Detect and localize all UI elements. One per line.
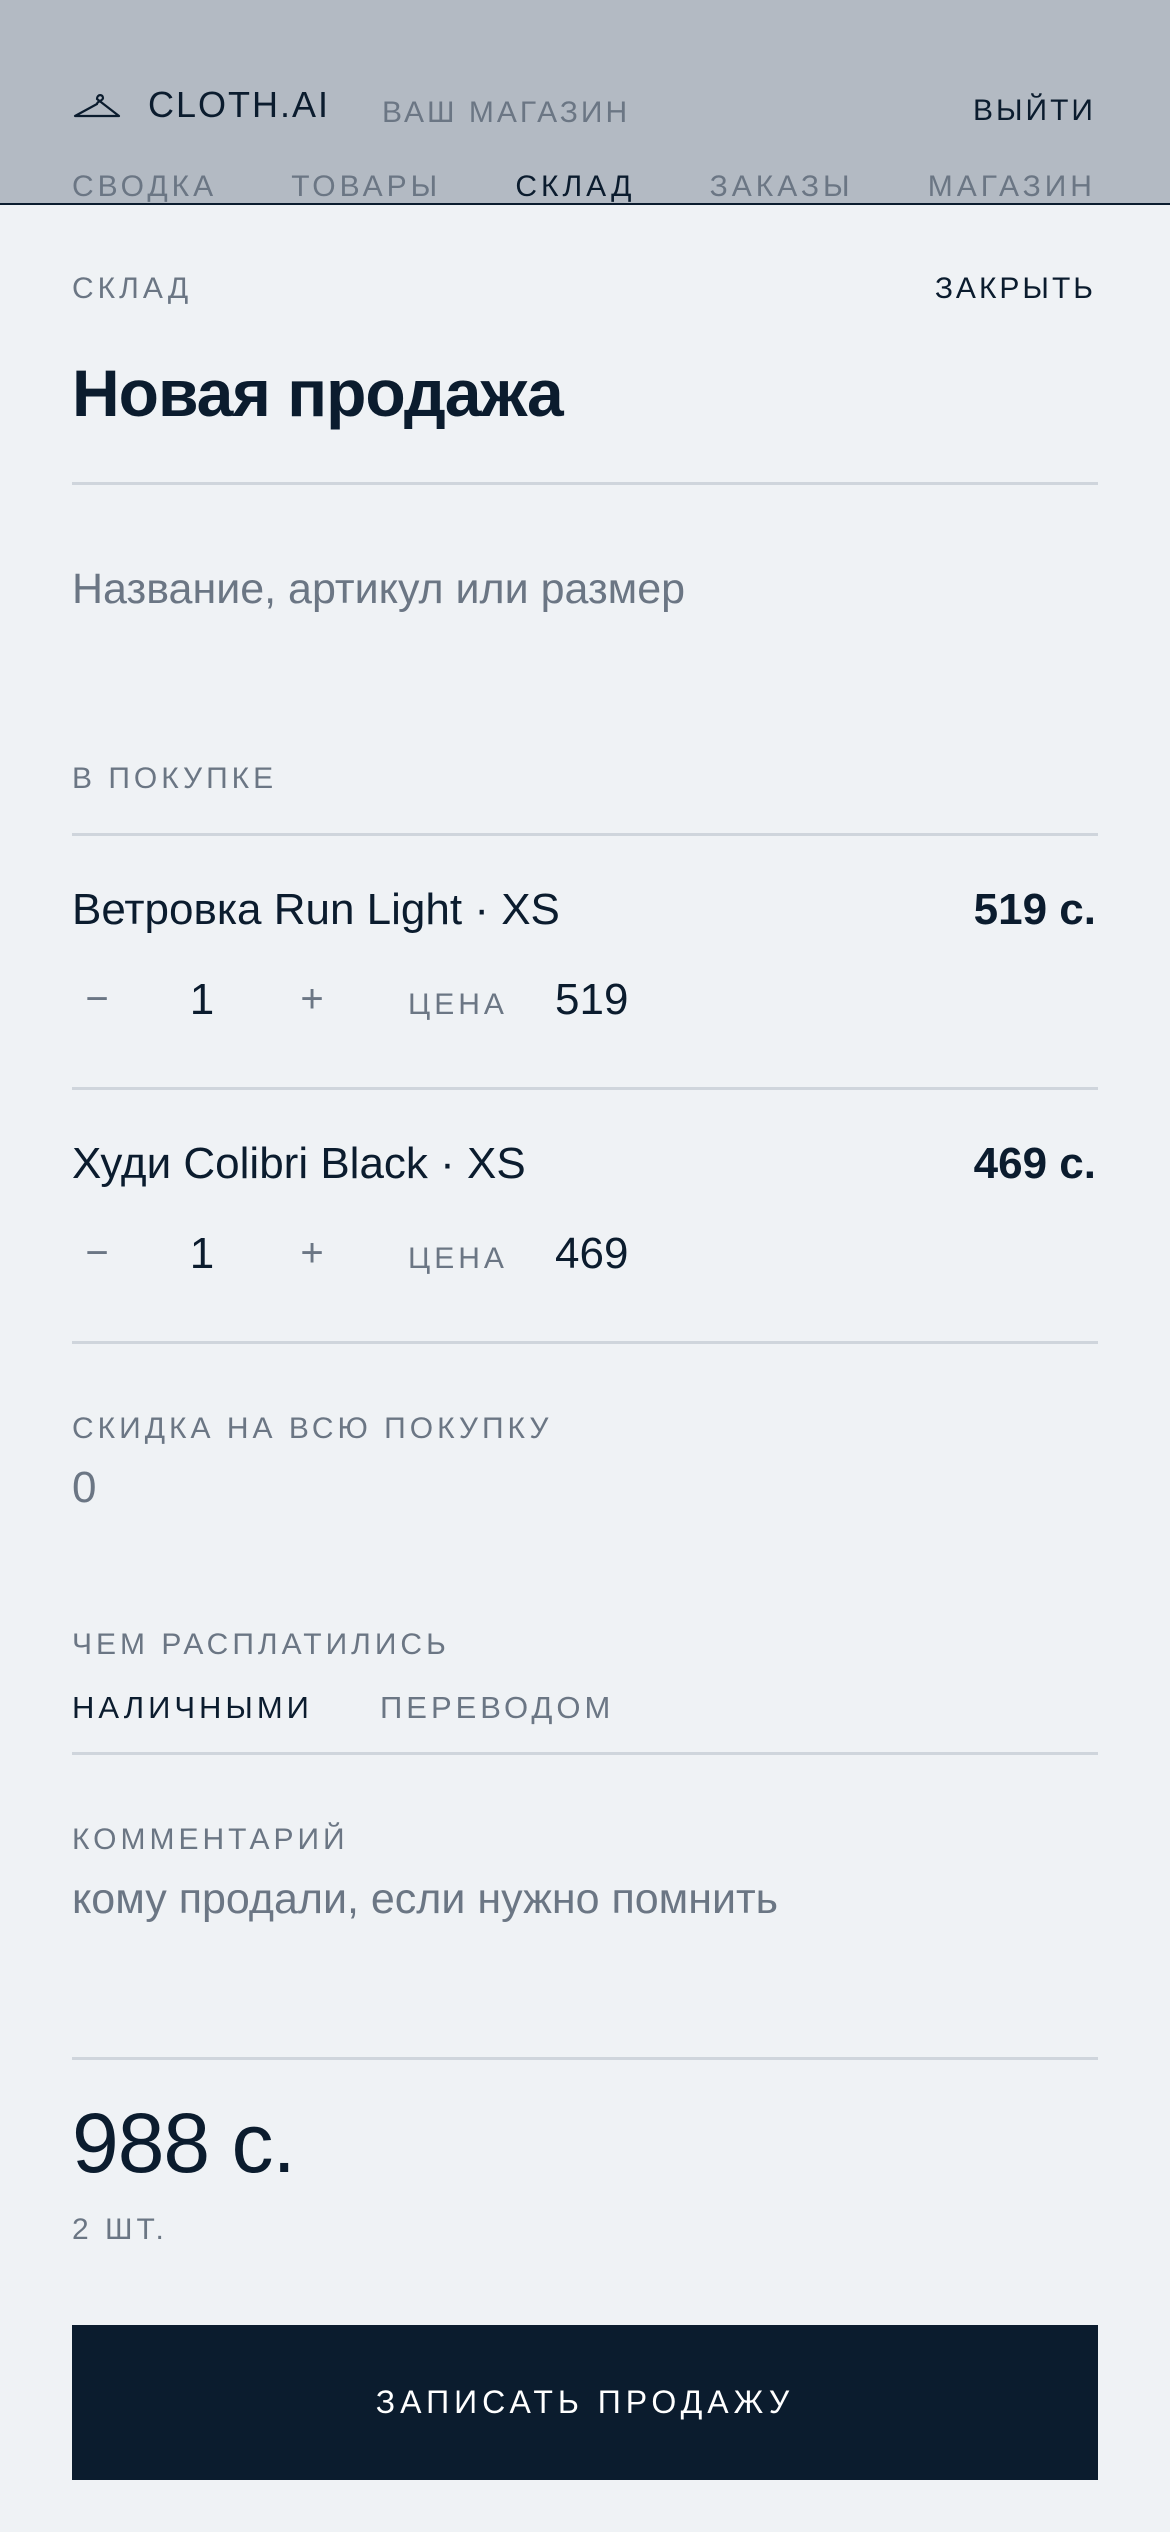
price-field[interactable]: 519 [555,975,628,1025]
sale-page: CLOTH.AI ВАШ МАГАЗИН ВЫЙТИ СВОДКА ТОВАРЫ… [0,0,1170,2532]
divider [72,1752,1098,1755]
price-label: ЦЕНА [408,988,508,1021]
increase-qty-button[interactable]: + [287,1231,337,1276]
divider [72,833,1098,836]
decrease-qty-button[interactable]: − [72,977,122,1022]
item-total: 469 с. [973,1139,1096,1188]
divider [72,1087,1098,1090]
cart-label: В ПОКУПКЕ [72,762,278,795]
item-total: 519 с. [973,885,1096,934]
close-button[interactable]: ЗАКРЫТЬ [935,272,1096,306]
brand-name: CLOTH.AI [148,84,331,125]
discount-field[interactable]: 0 [72,1463,96,1513]
main-nav: СВОДКА ТОВАРЫ СКЛАД ЗАКАЗЫ МАГАЗИН [72,170,1096,204]
search-input[interactable] [72,565,1098,614]
record-sale-button[interactable]: ЗАПИСАТЬ ПРОДАЖУ [72,2325,1098,2480]
qty-value: 1 [189,1229,215,1278]
increase-qty-button[interactable]: + [287,977,337,1022]
item-name: Ветровка Run Light · XS [72,885,560,934]
logout-button[interactable]: ВЫЙТИ [973,94,1096,128]
comment-field[interactable]: кому продали, если нужно помнить [72,1875,1098,1924]
comment-label: КОММЕНТАРИЙ [72,1823,349,1856]
tab-warehouse[interactable]: СКЛАД [515,170,635,204]
item-name: Худи Colibri Black · XS [72,1139,526,1188]
payment-transfer-option[interactable]: ПЕРЕВОДОМ [380,1690,614,1726]
divider [72,482,1098,485]
tab-summary[interactable]: СВОДКА [72,170,217,204]
page-title: Новая продажа [72,356,564,430]
brand[interactable]: CLOTH.AI [72,84,330,126]
price-field[interactable]: 469 [555,1229,628,1279]
sale-total: 988 с. [72,2096,296,2190]
hanger-icon [73,94,121,118]
divider [72,1341,1098,1344]
divider [72,2057,1098,2060]
payment-label: ЧЕМ РАСПЛАТИЛИСЬ [72,1628,450,1661]
section-label: СКЛАД [72,272,193,305]
top-bar: CLOTH.AI ВАШ МАГАЗИН ВЫЙТИ СВОДКА ТОВАРЫ… [0,0,1170,205]
tab-orders[interactable]: ЗАКАЗЫ [710,170,854,204]
qty-value: 1 [189,975,215,1024]
payment-cash-option[interactable]: НАЛИЧНЫМИ [72,1690,313,1726]
tab-products[interactable]: ТОВАРЫ [291,170,441,204]
price-label: ЦЕНА [408,1242,508,1275]
shop-label: ВАШ МАГАЗИН [382,96,631,129]
discount-label: СКИДКА НА ВСЮ ПОКУПКУ [72,1412,553,1445]
tab-shop[interactable]: МАГАЗИН [928,170,1096,204]
items-count: 2 ШТ. [72,2213,168,2246]
decrease-qty-button[interactable]: − [72,1231,122,1276]
